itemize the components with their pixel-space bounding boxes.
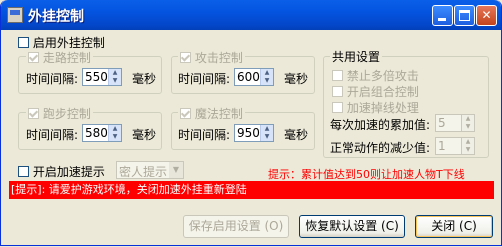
magic-interval-label: 时间间隔: [178, 128, 231, 142]
close-window-button[interactable]: ✕ [476, 5, 497, 26]
spin-up-icon[interactable]: ▲ [461, 115, 474, 123]
attack-interval-spinner[interactable]: 600 ▲ ▼ [234, 68, 274, 86]
attack-unit: 毫秒 [284, 72, 309, 86]
magic-control[interactable]: 魔法控制 [178, 105, 245, 122]
magic-interval-value: 950 [237, 126, 260, 140]
disconnect-label: 加速掉线处理 [346, 101, 419, 115]
app-icon [7, 7, 23, 23]
attack-control[interactable]: 攻击控制 [178, 49, 245, 66]
save-settings-button[interactable]: 保存启用设置 (O) [183, 215, 289, 238]
spin-down-icon[interactable]: ▼ [461, 146, 474, 154]
accel-prompt-control[interactable]: 开启加速提示 [18, 163, 105, 180]
title-bar[interactable]: 外挂控制 ✕ [1, 0, 501, 30]
hint-bar: [提示]: 请爱护游戏环境，关闭加速外挂重新登陆 [9, 181, 494, 199]
spin-up-icon[interactable]: ▲ [108, 69, 121, 77]
magic-unit: 毫秒 [284, 128, 309, 142]
reduce-label: 正常动作的减少值: [330, 141, 431, 155]
attack-label: 攻击控制 [194, 51, 243, 65]
spin-down-icon[interactable]: ▼ [461, 123, 474, 131]
spin-down-icon[interactable]: ▼ [260, 133, 273, 141]
reduce-value: 1 [438, 139, 446, 153]
accel-prompt-select-value: 密人提示 [119, 165, 168, 179]
spin-up-icon[interactable]: ▲ [260, 69, 273, 77]
walk-checkbox[interactable] [28, 52, 39, 63]
accel-prompt-checkbox[interactable] [18, 166, 29, 177]
chevron-down-icon[interactable]: ▼ [169, 162, 183, 178]
maximize-button[interactable] [454, 5, 475, 26]
notice-text: 提示：累计值达到50则让加速人物T下线 [268, 168, 465, 181]
spin-down-icon[interactable]: ▼ [260, 77, 273, 85]
run-checkbox[interactable] [28, 108, 39, 119]
maximize-icon [459, 10, 470, 21]
run-interval-value: 580 [85, 126, 108, 140]
combo-control-label: 开启组合控制 [346, 85, 419, 99]
magic-checkbox[interactable] [180, 108, 191, 119]
spin-up-icon[interactable]: ▲ [108, 125, 121, 133]
magic-interval-spinner[interactable]: 950 ▲ ▼ [234, 124, 274, 142]
minimize-button[interactable] [432, 5, 453, 26]
reduce-spinner[interactable]: 1 ▲ ▼ [435, 137, 475, 155]
restore-defaults-button[interactable]: 恢复默认设置 (C) [299, 215, 405, 238]
run-control[interactable]: 跑步控制 [26, 105, 93, 122]
walk-interval-spinner[interactable]: 550 ▲ ▼ [82, 68, 122, 86]
walk-control[interactable]: 走路控制 [26, 49, 93, 66]
accum-spinner[interactable]: 5 ▲ ▼ [435, 114, 475, 132]
run-label: 跑步控制 [42, 107, 91, 121]
disconnect-checkbox[interactable] [332, 102, 343, 113]
window-title: 外挂控制 [28, 9, 84, 25]
shared-settings-title: 共用设置 [330, 48, 383, 65]
close-button[interactable]: 关闭 (C) [415, 215, 493, 238]
shared-opt-no-multi-attack[interactable]: 禁止多倍攻击 [332, 67, 419, 84]
accum-value: 5 [438, 116, 446, 130]
shared-opt-disconnect[interactable]: 加速掉线处理 [332, 99, 419, 116]
attack-checkbox[interactable] [180, 52, 191, 63]
spin-down-icon[interactable]: ▼ [108, 133, 121, 141]
magic-label: 魔法控制 [194, 107, 243, 121]
run-interval-spinner[interactable]: 580 ▲ ▼ [82, 124, 122, 142]
spin-down-icon[interactable]: ▼ [108, 77, 121, 85]
run-interval-label: 时间间隔: [26, 128, 79, 142]
walk-interval-label: 时间间隔: [26, 72, 79, 86]
spin-up-icon[interactable]: ▲ [461, 138, 474, 146]
enable-plugin-label: 启用外挂控制 [32, 36, 105, 50]
combo-control-checkbox[interactable] [332, 86, 343, 97]
minimize-icon [438, 18, 446, 21]
shared-opt-combo-control[interactable]: 开启组合控制 [332, 83, 419, 100]
enable-plugin-checkbox[interactable] [18, 37, 29, 48]
spin-up-icon[interactable]: ▲ [260, 125, 273, 133]
walk-unit: 毫秒 [132, 72, 157, 86]
walk-label: 走路控制 [42, 51, 91, 65]
attack-interval-value: 600 [237, 70, 260, 84]
accel-prompt-label: 开启加速提示 [32, 165, 105, 179]
accel-prompt-select[interactable]: 密人提示 ▼ [116, 161, 184, 179]
run-unit: 毫秒 [132, 128, 157, 142]
attack-interval-label: 时间间隔: [178, 72, 231, 86]
main-window: 外挂控制 ✕ 启用外挂控制 走路控制 时间间隔: 550 ▲ ▼ 毫秒 攻击控制 … [0, 0, 502, 246]
walk-interval-value: 550 [85, 70, 108, 84]
accum-label: 每次加速的累加值: [330, 118, 431, 132]
no-multi-attack-checkbox[interactable] [332, 70, 343, 81]
no-multi-attack-label: 禁止多倍攻击 [346, 69, 419, 83]
close-icon: ✕ [481, 8, 492, 22]
